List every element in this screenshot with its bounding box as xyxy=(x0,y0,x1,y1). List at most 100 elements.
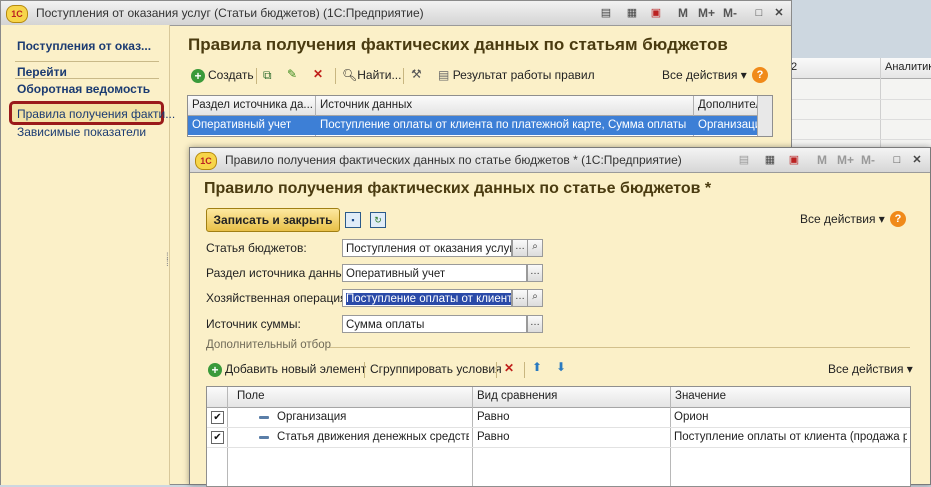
col-field[interactable]: Поле xyxy=(237,390,265,402)
add-element-button[interactable]: + Добавить новый элемент xyxy=(208,362,366,377)
nav-item-rules[interactable]: Правила получения факти... xyxy=(17,107,175,121)
cell-compare: Равно xyxy=(477,431,510,443)
navigation-panel: Поступления от оказ... Перейти Оборотная… xyxy=(1,25,175,485)
nav-section-goto: Перейти xyxy=(17,65,67,79)
edit-icon[interactable]: ✎ xyxy=(287,67,297,81)
amount-source-field[interactable]: Сумма оплаты xyxy=(342,315,527,333)
cell-section: Оперативный учет xyxy=(192,119,292,131)
cell-field: Организация xyxy=(277,411,347,423)
search-icon[interactable]: ⌕ xyxy=(527,289,543,307)
m-minus-button[interactable]: M- xyxy=(861,153,875,167)
search-icon[interactable]: ⌕ xyxy=(527,239,543,257)
col-source-section[interactable]: Раздел источника да... xyxy=(192,99,312,111)
label-operation: Хозяйственная операция: xyxy=(206,291,350,305)
group-conditions-button[interactable]: Сгруппировать условия xyxy=(370,362,502,376)
doc-icon[interactable]: ▤ xyxy=(737,153,751,167)
close-icon[interactable]: ✕ xyxy=(910,153,924,167)
cell-field: Статья движения денежных средств xyxy=(277,431,469,443)
all-actions-button[interactable]: Все действия ▾ xyxy=(800,212,885,226)
plus-icon: + xyxy=(208,362,222,377)
rules-table: Раздел источника да... Источник данных Д… xyxy=(187,95,773,137)
app-logo-icon: 1С xyxy=(195,152,217,170)
row-checkbox[interactable]: ✔ xyxy=(211,411,224,424)
source-section-field[interactable]: Оперативный учет xyxy=(342,264,527,282)
doc-icon[interactable]: ▤ xyxy=(599,6,613,20)
create-button[interactable]: + Создать xyxy=(191,68,254,83)
help-button[interactable]: ? xyxy=(752,67,768,83)
calendar-icon[interactable]: ▣ xyxy=(649,6,663,20)
window2-titlebar[interactable]: 1С Правило получения фактических данных … xyxy=(190,148,930,173)
table-row[interactable]: Оперативный учет Поступление оплаты от к… xyxy=(188,116,758,135)
save-and-close-button[interactable]: Записать и закрыть xyxy=(206,208,340,232)
col-data-source[interactable]: Источник данных xyxy=(320,99,690,111)
report-icon: ▤ xyxy=(438,68,450,82)
copy-icon[interactable]: ⧉ xyxy=(263,68,272,83)
field-dash-icon xyxy=(259,436,269,439)
help-icon: ? xyxy=(752,67,768,83)
rules-table-header: Раздел источника да... Источник данных Д… xyxy=(188,96,772,116)
col-value[interactable]: Значение xyxy=(675,390,726,402)
cancel-search-icon[interactable]: ⚒ xyxy=(411,67,422,81)
cell-value: Поступление оплаты от клиента (продажа р… xyxy=(674,431,907,443)
calculator-icon[interactable]: ▦ xyxy=(625,6,639,20)
calculator-icon[interactable]: ▦ xyxy=(763,153,777,167)
cell-compare: Равно xyxy=(477,411,510,423)
row-checkbox[interactable]: ✔ xyxy=(211,431,224,444)
col-additional[interactable]: Дополнител xyxy=(698,99,758,111)
select-button[interactable]: … xyxy=(512,239,528,257)
scrollbar[interactable] xyxy=(757,96,772,136)
nav-item-turnover[interactable]: Оборотная ведомость xyxy=(17,82,150,96)
label-amount-source: Источник суммы: xyxy=(206,317,301,331)
select-button[interactable]: … xyxy=(527,264,543,282)
additional-filter-group: Дополнительный отбор xyxy=(206,339,332,351)
col-compare[interactable]: Вид сравнения xyxy=(477,390,557,402)
all-actions-button[interactable]: Все действия ▾ xyxy=(828,362,913,376)
field-dash-icon xyxy=(259,416,269,419)
cell-source: Поступление оплаты от клиента по платежн… xyxy=(320,119,687,131)
filter-table: Поле Вид сравнения Значение ✔ Организаци… xyxy=(206,386,911,487)
maximize-icon[interactable]: □ xyxy=(890,153,904,167)
m-plus-button[interactable]: M+ xyxy=(698,6,715,20)
background-table-header: 2 Аналитик xyxy=(781,58,931,79)
m-button[interactable]: M xyxy=(817,153,827,167)
operation-field[interactable]: Поступление оплаты от клиента xyxy=(342,289,512,307)
rule-result-button[interactable]: ▤ Результат работы правил xyxy=(438,68,595,82)
calendar-icon[interactable]: ▣ xyxy=(787,153,801,167)
move-up-icon[interactable]: ⬆ xyxy=(532,360,542,374)
window1-titlebar[interactable]: 1С Поступления от оказания услуг (Статьи… xyxy=(1,1,791,26)
m-plus-button[interactable]: M+ xyxy=(837,153,854,167)
cell-value: Орион xyxy=(674,411,709,423)
search-icon: 🔍︎ xyxy=(342,68,358,82)
m-minus-button[interactable]: M- xyxy=(723,6,737,20)
nav-header[interactable]: Поступления от оказ... xyxy=(17,39,151,53)
bg-col-2: Аналитик xyxy=(885,61,931,73)
window2-title: Правило получения фактических данных по … xyxy=(225,153,682,167)
list-heading: Правила получения фактических данных по … xyxy=(188,35,728,54)
help-button[interactable]: ? xyxy=(890,211,906,227)
filter-table-header: Поле Вид сравнения Значение xyxy=(207,387,910,408)
budget-item-field[interactable]: Поступления от оказания услуг xyxy=(342,239,512,257)
label-budget-item: Статья бюджетов: xyxy=(206,241,307,255)
refresh-icon[interactable]: ↻ xyxy=(370,212,386,228)
select-button[interactable]: … xyxy=(527,315,543,333)
delete-icon[interactable]: ✕ xyxy=(313,67,323,81)
help-icon: ? xyxy=(890,211,906,227)
plus-icon: + xyxy=(191,68,205,83)
m-button[interactable]: M xyxy=(678,6,688,20)
close-icon[interactable]: ✕ xyxy=(772,6,786,20)
nav-item-dependent[interactable]: Зависимые показатели xyxy=(17,125,146,139)
find-button[interactable]: 🔍︎Найти... xyxy=(342,68,401,82)
maximize-icon[interactable]: □ xyxy=(752,6,766,20)
window-rule-form: 1С Правило получения фактических данных … xyxy=(189,147,931,487)
table-row[interactable]: ✔ Организация Равно Орион xyxy=(207,408,910,428)
cell-additional: Организаци xyxy=(698,119,758,131)
table-row[interactable]: ✔ Статья движения денежных средств Равно… xyxy=(207,428,910,448)
move-down-icon[interactable]: ⬇ xyxy=(556,360,566,374)
select-button[interactable]: … xyxy=(512,289,528,307)
window1-title: Поступления от оказания услуг (Статьи бю… xyxy=(36,6,424,20)
panel-splitter[interactable]: ⁞ ⁞ xyxy=(166,253,170,269)
all-actions-button[interactable]: Все действия ▾ xyxy=(662,68,747,82)
delete-icon[interactable]: ✕ xyxy=(504,361,514,375)
save-icon[interactable]: ▪ xyxy=(345,212,361,228)
label-source-section: Раздел источника данных: xyxy=(206,266,354,280)
